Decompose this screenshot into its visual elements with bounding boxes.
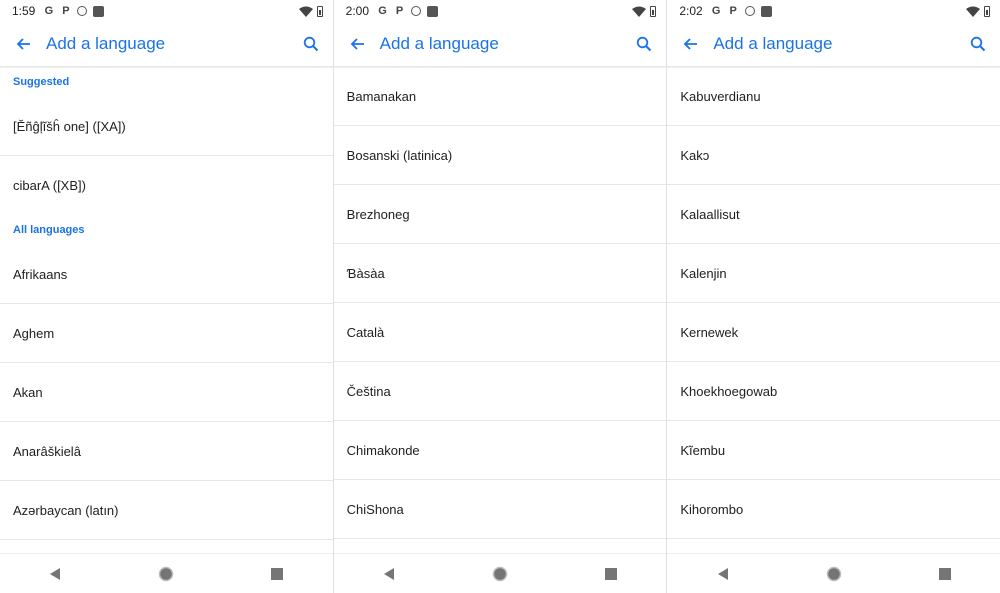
back-button[interactable] bbox=[0, 22, 46, 66]
app-bar: Add a language bbox=[333, 22, 667, 67]
page-title: Add a language bbox=[713, 34, 833, 53]
status-time: 2:02 bbox=[679, 4, 703, 18]
square-recents-icon bbox=[271, 567, 284, 580]
list-item[interactable]: Azərbaycan (latın) bbox=[0, 481, 333, 540]
search-button[interactable] bbox=[289, 22, 333, 66]
wifi-icon bbox=[298, 6, 313, 17]
list-item[interactable]: ChiShona bbox=[333, 480, 667, 539]
battery-icon bbox=[984, 5, 991, 17]
status-time: 2:00 bbox=[345, 4, 370, 18]
language-list[interactable]: Bamanakan Bosanski (latinica) Brezhoneg … bbox=[333, 67, 667, 554]
list-item[interactable]: Brezhoneg bbox=[333, 185, 667, 244]
list-item[interactable]: Akan bbox=[0, 363, 333, 422]
list-item[interactable]: Čeština bbox=[333, 362, 667, 421]
nav-recents-button[interactable] bbox=[591, 559, 631, 589]
section-header-suggested: Suggested bbox=[13, 76, 70, 88]
google-icon: G bbox=[378, 4, 387, 17]
nav-home-button[interactable] bbox=[814, 559, 854, 589]
phone-screen-1: 1:59 G P Add a language Suggested [Ĕñĝļĩ… bbox=[0, 0, 333, 593]
list-item[interactable]: Català bbox=[333, 303, 667, 362]
check-circle-icon bbox=[744, 6, 755, 16]
page-title: Add a language bbox=[379, 34, 499, 53]
battery-icon bbox=[650, 5, 657, 17]
language-list[interactable]: Kabuverdianu Kakɔ Kalaallisut Kalenjin K… bbox=[667, 67, 1000, 554]
status-right bbox=[966, 5, 991, 17]
triangle-back-icon bbox=[717, 567, 728, 580]
list-item[interactable]: Chimakonde bbox=[333, 421, 667, 480]
list-item[interactable]: Bosanski (latinica) bbox=[333, 126, 667, 185]
arrow-back-icon bbox=[350, 38, 364, 50]
screenshot-row: 1:59 G P Add a language Suggested [Ĕñĝļĩ… bbox=[0, 0, 1000, 593]
list-item[interactable]: Afrikaans bbox=[0, 245, 333, 304]
status-bar: 1:59 G P bbox=[0, 0, 333, 22]
list-item[interactable]: Kernewek bbox=[667, 303, 1000, 362]
google-icon: G bbox=[44, 4, 54, 17]
nav-back-button[interactable] bbox=[703, 559, 743, 589]
p-icon: P bbox=[62, 4, 70, 17]
p-icon: P bbox=[395, 4, 404, 17]
status-time: 1:59 bbox=[12, 4, 36, 18]
list-item[interactable]: Kĩembu bbox=[667, 421, 1000, 480]
list-item[interactable]: Kalenjin bbox=[667, 244, 1000, 303]
list-item[interactable]: Kakɔ bbox=[667, 126, 1000, 185]
phone-screen-2: 2:00 G P Add a language Bamanakan Bosans… bbox=[332, 0, 667, 593]
check-circle-icon bbox=[411, 6, 422, 16]
phone-screen-3: 2:02 G P Add a language Kabuverdianu Kak… bbox=[666, 0, 1000, 593]
wifi-icon bbox=[632, 6, 647, 17]
page-title: Add a language bbox=[46, 34, 166, 53]
app-bar: Add a language bbox=[0, 22, 333, 67]
language-list[interactable]: Suggested [Ĕñĝļĩšĥ one] ([XA]) cibarA ([… bbox=[0, 67, 333, 554]
notification-square-icon bbox=[427, 5, 439, 17]
arrow-back-icon bbox=[16, 38, 30, 50]
back-button[interactable] bbox=[334, 22, 380, 66]
status-right bbox=[298, 5, 323, 17]
status-bar: 2:00 G P bbox=[333, 0, 667, 22]
back-button[interactable] bbox=[667, 22, 713, 66]
list-item[interactable]: Anarâškielâ bbox=[0, 422, 333, 481]
system-nav-bar bbox=[0, 553, 333, 593]
list-item[interactable]: Bamanakan bbox=[333, 67, 667, 126]
circle-home-icon bbox=[826, 566, 841, 581]
search-icon bbox=[970, 36, 986, 52]
arrow-back-icon bbox=[684, 38, 698, 50]
wifi-icon bbox=[966, 6, 981, 17]
p-icon: P bbox=[729, 4, 737, 17]
list-item[interactable]: Kabuverdianu bbox=[667, 67, 1000, 126]
search-button[interactable] bbox=[956, 22, 1000, 66]
list-item[interactable]: Khoekhoegowab bbox=[667, 362, 1000, 421]
list-item[interactable]: Ɓàsàa bbox=[333, 244, 667, 303]
square-recents-icon bbox=[938, 567, 951, 580]
list-item[interactable]: Aghem bbox=[0, 304, 333, 363]
list-item[interactable]: Kalaallisut bbox=[667, 185, 1000, 244]
nav-home-button[interactable] bbox=[146, 559, 186, 589]
triangle-back-icon bbox=[384, 567, 395, 580]
list-item[interactable]: [Ĕñĝļĩšĥ one] ([XA]) bbox=[0, 97, 333, 156]
nav-home-button[interactable] bbox=[480, 559, 520, 589]
battery-icon bbox=[316, 5, 323, 17]
app-bar: Add a language bbox=[667, 22, 1000, 67]
nav-recents-button[interactable] bbox=[925, 559, 965, 589]
notification-square-icon bbox=[93, 5, 105, 17]
list-item[interactable]: Kihorombo bbox=[667, 480, 1000, 539]
circle-home-icon bbox=[492, 566, 508, 581]
search-icon bbox=[303, 36, 318, 52]
status-right bbox=[632, 5, 657, 17]
section-header-all-languages: All languages bbox=[13, 224, 85, 236]
check-circle-icon bbox=[77, 6, 88, 16]
nav-recents-button[interactable] bbox=[257, 559, 297, 589]
search-button[interactable] bbox=[622, 22, 666, 66]
circle-home-icon bbox=[159, 566, 174, 581]
triangle-back-icon bbox=[50, 567, 61, 580]
nav-back-button[interactable] bbox=[369, 559, 409, 589]
status-bar: 2:02 G P bbox=[667, 0, 1000, 22]
system-nav-bar bbox=[667, 553, 1000, 593]
search-icon bbox=[637, 36, 652, 52]
list-item[interactable]: cibarA ([XB]) bbox=[0, 156, 333, 215]
square-recents-icon bbox=[604, 567, 617, 580]
notification-square-icon bbox=[760, 5, 772, 17]
nav-back-button[interactable] bbox=[35, 559, 75, 589]
google-icon: G bbox=[711, 4, 721, 17]
system-nav-bar bbox=[333, 553, 667, 593]
